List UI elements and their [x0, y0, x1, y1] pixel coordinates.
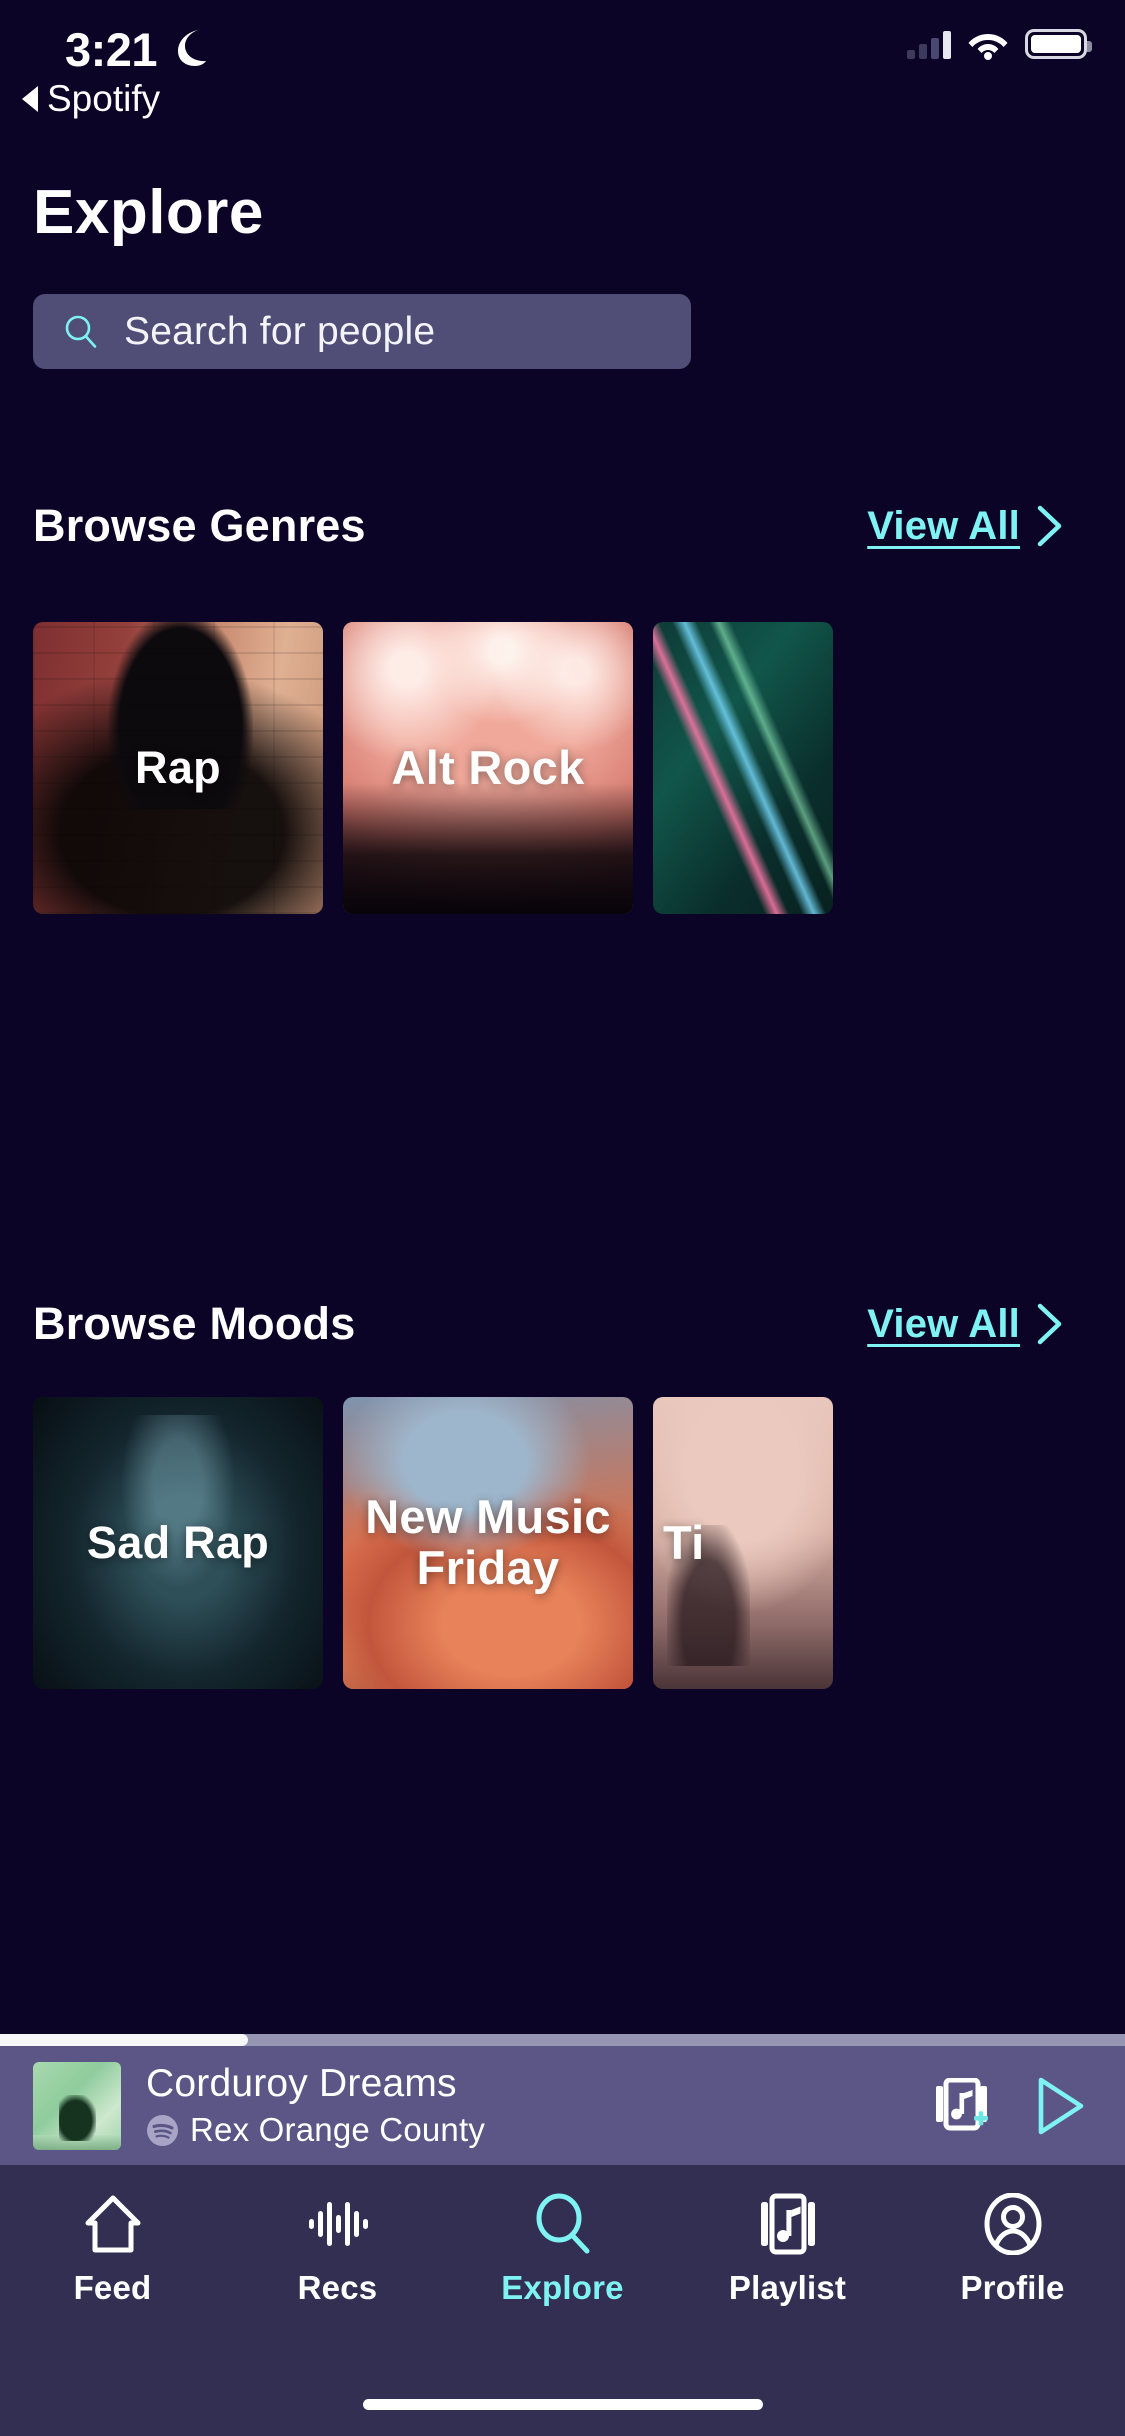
view-all-label: View All [867, 503, 1020, 548]
section-header-moods: Browse Moods View All [33, 1296, 1092, 1352]
chevron-right-icon [1037, 1303, 1062, 1345]
genre-card-alt-rock[interactable]: Alt Rock [343, 622, 633, 914]
now-playing-bar[interactable]: Corduroy Dreams Rex Orange County [0, 2034, 1125, 2165]
play-button[interactable] [1035, 2077, 1085, 2135]
section-header-genres: Browse Genres View All [33, 498, 1092, 554]
now-playing-artist: Rex Orange County [190, 2111, 486, 2148]
search-icon [534, 2193, 592, 2255]
app-root: 3:21 Spotify Explore Search for people B… [0, 0, 1125, 2436]
status-bar: 3:21 Spotify [0, 0, 1125, 150]
tab-label: Profile [960, 2269, 1065, 2306]
home-indicator [362, 2399, 763, 2410]
back-label: Spotify [47, 78, 161, 119]
search-icon [65, 315, 97, 348]
back-to-spotify-button[interactable]: Spotify [22, 78, 160, 120]
now-playing-title: Corduroy Dreams [146, 2062, 457, 2105]
tab-label: Recs [297, 2269, 378, 2306]
music-note-card-icon [759, 2193, 817, 2255]
tab-label: Explore [501, 2269, 624, 2306]
card-label [653, 622, 833, 914]
section-title-moods: Browse Moods [33, 1298, 356, 1349]
tab-feed[interactable]: Feed [0, 2193, 225, 2307]
card-label: Ti [663, 1515, 705, 1569]
chevron-right-icon [1037, 505, 1062, 547]
card-label: Rap [135, 741, 221, 793]
view-all-genres-button[interactable]: View All [867, 504, 1092, 549]
tab-recs[interactable]: Recs [225, 2193, 450, 2307]
playback-progress-fill [0, 2034, 248, 2046]
view-all-label: View All [867, 1301, 1020, 1346]
mood-card-row[interactable]: Sad Rap New Music Friday Ti [33, 1397, 833, 1689]
search-input[interactable]: Search for people [33, 294, 691, 369]
card-label: Alt Rock [391, 740, 585, 794]
card-label: New Music Friday [365, 1490, 611, 1594]
wifi-icon [968, 34, 1008, 60]
mood-card-new-music-friday[interactable]: New Music Friday [343, 1397, 633, 1689]
genre-card-row[interactable]: Rap Alt Rock [33, 622, 833, 914]
back-arrow-icon [22, 86, 38, 112]
tab-explore[interactable]: Explore [450, 2193, 675, 2307]
home-icon [83, 2193, 143, 2255]
tab-label: Playlist [728, 2269, 847, 2306]
genre-card-next[interactable] [653, 622, 833, 914]
status-indicators [907, 28, 1092, 60]
section-title-genres: Browse Genres [33, 500, 366, 551]
bottom-tab-bar[interactable]: Feed Recs Explore Playlist Profile [0, 2165, 1125, 2436]
moon-icon [178, 30, 206, 66]
add-to-playlist-icon[interactable] [934, 2078, 991, 2133]
battery-icon [1025, 29, 1092, 59]
page-title: Explore [33, 178, 264, 247]
playback-progress-bar[interactable] [0, 2034, 1125, 2046]
spotify-logo-icon [147, 2114, 178, 2146]
status-time: 3:21 [65, 23, 158, 76]
waveform-icon [307, 2193, 369, 2255]
tab-playlist[interactable]: Playlist [675, 2193, 900, 2307]
person-circle-icon [983, 2193, 1043, 2255]
album-art-thumbnail [33, 2061, 121, 2150]
mood-card-next[interactable]: Ti [653, 1397, 833, 1689]
tab-profile[interactable]: Profile [900, 2193, 1125, 2307]
mood-card-sad-rap[interactable]: Sad Rap [33, 1397, 323, 1689]
cellular-signal-icon [907, 29, 951, 59]
search-placeholder: Search for people [124, 309, 436, 353]
tab-label: Feed [73, 2269, 152, 2306]
view-all-moods-button[interactable]: View All [867, 1302, 1092, 1347]
genre-card-rap[interactable]: Rap [33, 622, 323, 914]
card-label: Sad Rap [86, 1516, 270, 1568]
